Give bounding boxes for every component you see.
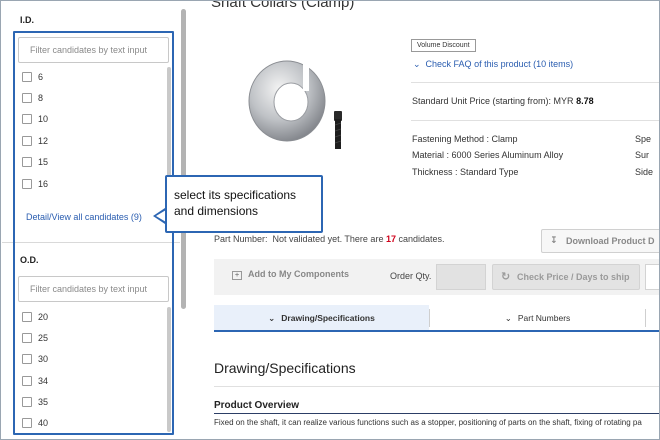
part-number-status: Part Number: Not validated yet. There ar… (214, 234, 445, 244)
overview-underline (214, 413, 659, 414)
spec-material: Material : 6000 Series Aluminum Alloy (412, 150, 564, 160)
add-to-components-button[interactable]: + Add to My Components (232, 269, 349, 280)
download-icon: ↧ (550, 235, 558, 245)
check-price-button[interactable]: ↻ Check Price / Days to ship (492, 264, 640, 290)
divider (411, 82, 659, 83)
tab-drawing-specifications[interactable]: ⌄ Drawing/Specifications (214, 305, 429, 330)
spec-right-truncated: Sur (635, 150, 650, 160)
spec-right-truncated: Spe (635, 134, 652, 144)
order-qty-label: Order Qty. (390, 271, 432, 281)
app-frame: I.D. Filter candidates by text input 6 8… (0, 0, 660, 440)
refresh-icon: ↻ (501, 271, 511, 283)
more-button[interactable] (645, 264, 659, 290)
action-bar: + Add to My Components Order Qty. ↻ Check… (214, 259, 659, 295)
tab-bar: ⌄ Drawing/Specifications ⌄ Part Numbers (214, 305, 659, 332)
tab-part-numbers[interactable]: ⌄ Part Numbers (430, 305, 645, 330)
filter-highlight-box (13, 31, 174, 435)
volume-discount-badge: Volume Discount (411, 39, 476, 52)
product-image (248, 60, 342, 149)
unit-price: Standard Unit Price (starting from): MYR… (412, 96, 594, 106)
product-overview-heading: Product Overview (214, 400, 300, 411)
spec-right-truncated: Side (635, 167, 654, 177)
filter-title-id: I.D. (20, 15, 35, 25)
divider (411, 120, 659, 121)
chevron-down-icon: ⌄ (413, 59, 421, 69)
tab-separator (645, 309, 646, 327)
section-heading: Drawing/Specifications (214, 360, 356, 376)
chevron-down-icon: ⌄ (268, 313, 276, 323)
add-folder-icon: + (232, 271, 242, 280)
product-title: Shaft Collars (Clamp) (211, 0, 355, 11)
panel-scrollbar[interactable] (181, 9, 186, 309)
faq-link[interactable]: ⌄ Check FAQ of this product (10 items) (413, 59, 573, 70)
spec-fastening: Fastening Method : Clamp (412, 134, 518, 144)
instruction-callout: select its specifications and dimensions (165, 175, 323, 233)
download-product-button[interactable]: ↧ Download Product D (541, 229, 659, 253)
product-description: Fixed on the shaft, it can realize vario… (214, 418, 642, 427)
order-qty-input[interactable] (436, 264, 486, 290)
spec-thickness: Thickness : Standard Type (412, 167, 519, 177)
chevron-down-icon: ⌄ (504, 313, 512, 323)
divider (214, 386, 659, 387)
